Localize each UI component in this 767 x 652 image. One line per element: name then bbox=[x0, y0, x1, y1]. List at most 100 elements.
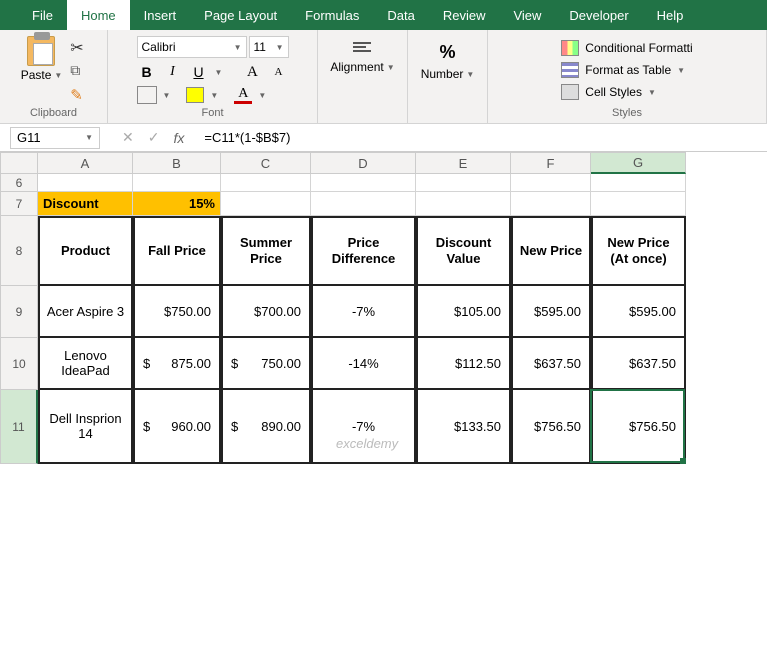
cell-D9[interactable]: -7% bbox=[311, 286, 416, 338]
italic-button[interactable]: I bbox=[163, 62, 183, 82]
format-as-table-button[interactable]: Format as Table▼ bbox=[559, 60, 694, 80]
cell-G11[interactable]: $756.50 bbox=[591, 390, 686, 464]
group-number: % Number▼ bbox=[408, 30, 488, 123]
cell-F10[interactable]: $637.50 bbox=[511, 338, 591, 390]
borders-button[interactable] bbox=[137, 86, 157, 104]
row-header-7[interactable]: 7 bbox=[0, 192, 38, 216]
cell-B7[interactable]: 15% bbox=[133, 192, 221, 216]
cell-C6[interactable] bbox=[221, 174, 311, 192]
cell-B6[interactable] bbox=[133, 174, 221, 192]
cell-A8[interactable]: Product bbox=[38, 216, 133, 286]
cell-B11[interactable]: $960.00 bbox=[133, 390, 221, 464]
fill-color-button[interactable] bbox=[186, 87, 204, 103]
font-color-button[interactable]: A bbox=[234, 86, 252, 104]
column-header-B[interactable]: B bbox=[133, 152, 221, 174]
cell-A10[interactable]: Lenovo IdeaPad bbox=[38, 338, 133, 390]
formula-input[interactable] bbox=[198, 127, 767, 149]
cell-B10[interactable]: $875.00 bbox=[133, 338, 221, 390]
row-header-10[interactable]: 10 bbox=[0, 338, 38, 390]
cell-G8[interactable]: New Price (At once) bbox=[591, 216, 686, 286]
enter-formula-icon[interactable]: ✓ bbox=[148, 129, 160, 146]
cell-C10[interactable]: $750.00 bbox=[221, 338, 311, 390]
cell-F6[interactable] bbox=[511, 174, 591, 192]
tab-review[interactable]: Review bbox=[429, 0, 500, 30]
cell-E11[interactable]: $133.50 bbox=[416, 390, 511, 464]
cell-F8[interactable]: New Price bbox=[511, 216, 591, 286]
cell-E7[interactable] bbox=[416, 192, 511, 216]
cell-C11[interactable]: $890.00 bbox=[221, 390, 311, 464]
decrease-font-button[interactable]: A bbox=[268, 62, 288, 82]
tab-insert[interactable]: Insert bbox=[130, 0, 191, 30]
cancel-formula-icon[interactable]: ✕ bbox=[122, 129, 134, 146]
cell-styles-button[interactable]: Cell Styles▼ bbox=[559, 82, 694, 102]
chevron-down-icon[interactable]: ▼ bbox=[258, 91, 266, 100]
bold-button[interactable]: B bbox=[137, 62, 157, 82]
cell-B8[interactable]: Fall Price bbox=[133, 216, 221, 286]
cell-F11[interactable]: $756.50 bbox=[511, 390, 591, 464]
copy-icon[interactable]: ⧉ bbox=[70, 62, 88, 78]
cell-C8[interactable]: Summer Price bbox=[221, 216, 311, 286]
cell-A9[interactable]: Acer Aspire 3 bbox=[38, 286, 133, 338]
tab-file[interactable]: File bbox=[18, 0, 67, 30]
cell-B9[interactable]: $750.00 bbox=[133, 286, 221, 338]
column-header-D[interactable]: D bbox=[311, 152, 416, 174]
format-painter-icon[interactable]: ✎ bbox=[70, 86, 88, 102]
column-header-G[interactable]: G bbox=[591, 152, 686, 174]
cell-D8[interactable]: Price Difference bbox=[311, 216, 416, 286]
tab-data[interactable]: Data bbox=[373, 0, 428, 30]
fx-icon[interactable]: fx bbox=[173, 130, 184, 146]
cell-E6[interactable] bbox=[416, 174, 511, 192]
underline-button[interactable]: U bbox=[189, 62, 209, 82]
cell-A6[interactable] bbox=[38, 174, 133, 192]
column-header-E[interactable]: E bbox=[416, 152, 511, 174]
column-header-A[interactable]: A bbox=[38, 152, 133, 174]
cell-E9[interactable]: $105.00 bbox=[416, 286, 511, 338]
cell-D7[interactable] bbox=[311, 192, 416, 216]
column-header-F[interactable]: F bbox=[511, 152, 591, 174]
font-name-select[interactable]: Calibri▼ bbox=[137, 36, 247, 58]
number-button[interactable]: Number▼ bbox=[421, 67, 475, 81]
tab-developer[interactable]: Developer bbox=[555, 0, 642, 30]
cell-C7[interactable] bbox=[221, 192, 311, 216]
cell-E10[interactable]: $112.50 bbox=[416, 338, 511, 390]
cell-G10[interactable]: $637.50 bbox=[591, 338, 686, 390]
cell-C9[interactable]: $700.00 bbox=[221, 286, 311, 338]
row-header-9[interactable]: 9 bbox=[0, 286, 38, 338]
tab-help[interactable]: Help bbox=[643, 0, 698, 30]
select-all-corner[interactable] bbox=[0, 152, 38, 174]
cell-D11[interactable]: -7% bbox=[311, 390, 416, 464]
alignment-button[interactable]: Alignment▼ bbox=[330, 60, 394, 74]
tab-home[interactable]: Home bbox=[67, 0, 130, 30]
tab-view[interactable]: View bbox=[499, 0, 555, 30]
row-header-11[interactable]: 11 bbox=[0, 390, 38, 464]
cell-A7[interactable]: Discount bbox=[38, 192, 133, 216]
cell-G9[interactable]: $595.00 bbox=[591, 286, 686, 338]
cell-A11[interactable]: Dell Insprion 14 bbox=[38, 390, 133, 464]
paste-button[interactable]: Paste▼ bbox=[19, 34, 65, 102]
column-header-C[interactable]: C bbox=[221, 152, 311, 174]
cell-G6[interactable] bbox=[591, 174, 686, 192]
cut-icon[interactable]: ✂ bbox=[70, 38, 88, 54]
cell-D10[interactable]: -14% bbox=[311, 338, 416, 390]
conditional-formatting-button[interactable]: Conditional Formatti bbox=[559, 38, 694, 58]
cell-F9[interactable]: $595.00 bbox=[511, 286, 591, 338]
chevron-down-icon[interactable]: ▼ bbox=[215, 68, 223, 77]
cell-F7[interactable] bbox=[511, 192, 591, 216]
cell-E8[interactable]: Discount Value bbox=[416, 216, 511, 286]
group-styles: Conditional Formatti Format as Table▼ Ce… bbox=[488, 30, 767, 123]
font-size-select[interactable]: 11▼ bbox=[249, 36, 289, 58]
increase-font-button[interactable]: A bbox=[242, 62, 262, 82]
cell-G7[interactable] bbox=[591, 192, 686, 216]
tab-formulas[interactable]: Formulas bbox=[291, 0, 373, 30]
cell-D6[interactable] bbox=[311, 174, 416, 192]
paste-label: Paste bbox=[21, 68, 52, 82]
chevron-down-icon[interactable]: ▼ bbox=[210, 91, 218, 100]
group-label-styles: Styles bbox=[612, 105, 642, 121]
chevron-down-icon[interactable]: ▼ bbox=[163, 91, 171, 100]
tab-page-layout[interactable]: Page Layout bbox=[190, 0, 291, 30]
row-header-6[interactable]: 6 bbox=[0, 174, 38, 192]
name-box[interactable]: G11▼ bbox=[10, 127, 100, 149]
percent-icon: % bbox=[439, 42, 455, 63]
group-label-font: Font bbox=[201, 105, 223, 121]
row-header-8[interactable]: 8 bbox=[0, 216, 38, 286]
